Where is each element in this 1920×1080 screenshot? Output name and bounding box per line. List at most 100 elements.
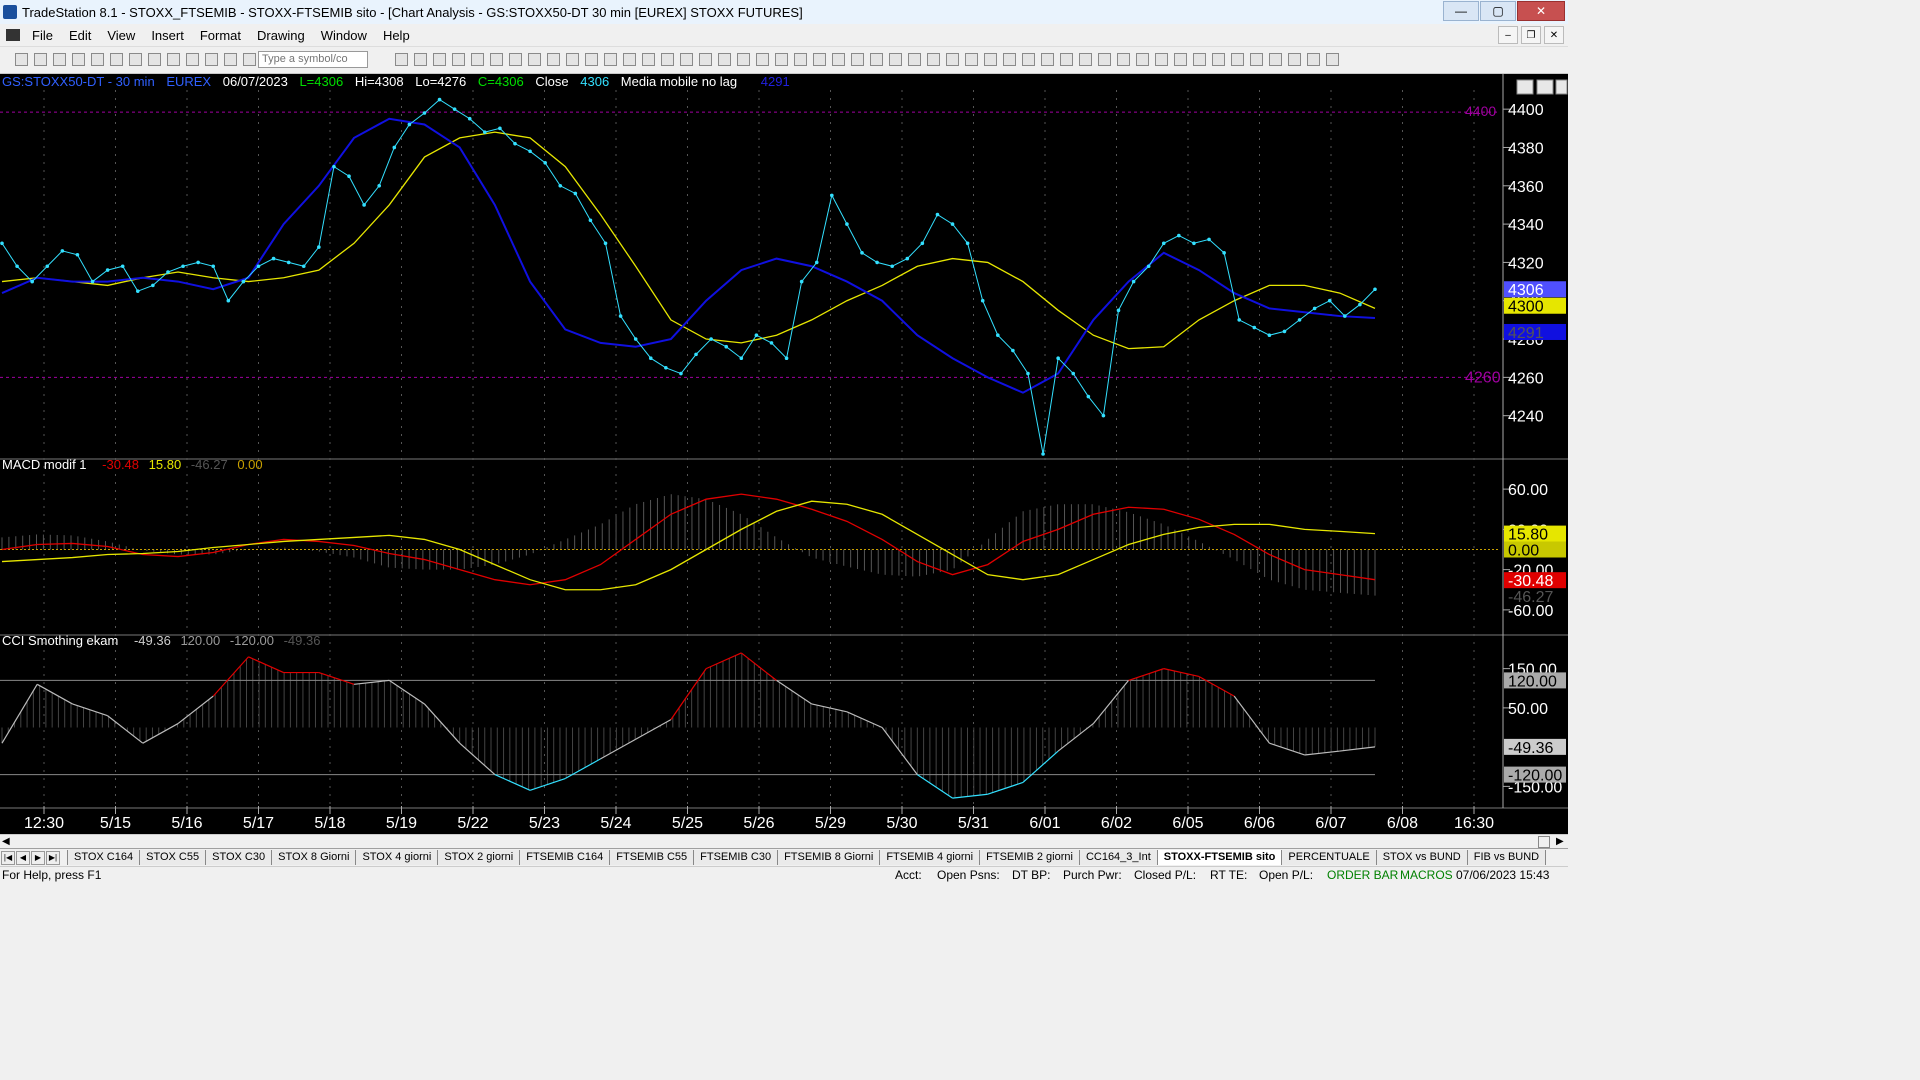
toolbar-tool-49-icon[interactable] — [1079, 53, 1092, 66]
menu-insert[interactable]: Insert — [143, 28, 192, 43]
toolbar-tool-52-icon[interactable] — [1136, 53, 1149, 66]
toolbar-tool-31-icon[interactable] — [737, 53, 750, 66]
tab-next-icon[interactable]: ▶ — [31, 850, 45, 865]
menu-view[interactable]: View — [99, 28, 143, 43]
tab-prev-icon[interactable]: ◀ — [16, 850, 30, 865]
toolbar-tool-13-icon[interactable] — [395, 53, 408, 66]
tab-15[interactable]: STOX vs BUND — [1375, 850, 1468, 865]
macros-button[interactable]: MACROS — [1400, 867, 1453, 883]
toolbar-tool-50-icon[interactable] — [1098, 53, 1111, 66]
scroll-left-icon[interactable]: ◀ — [2, 836, 10, 847]
tab-10[interactable]: FTSEMIB 4 giorni — [879, 850, 981, 865]
chart-area[interactable]: 12:30 5/15 5/16 5/17 5/18 5/19 5/22 5/23 5/24 5/2… — [0, 74, 1568, 834]
menu-format[interactable]: Format — [192, 28, 249, 43]
toolbar-tool-42-icon[interactable] — [946, 53, 959, 66]
toolbar-tool-43-icon[interactable] — [965, 53, 978, 66]
order-bar-button[interactable]: ORDER BAR — [1327, 867, 1398, 883]
toolbar-tool-51-icon[interactable] — [1117, 53, 1130, 66]
toolbar-tool-1-icon[interactable] — [34, 53, 47, 66]
toolbar-tool-56-icon[interactable] — [1212, 53, 1225, 66]
child-close-button[interactable]: ✕ — [1544, 26, 1564, 44]
toolbar-tool-26-icon[interactable] — [642, 53, 655, 66]
toolbar-tool-6-icon[interactable] — [129, 53, 142, 66]
toolbar-tool-62-icon[interactable] — [1326, 53, 1339, 66]
tab-2[interactable]: STOX C30 — [205, 850, 273, 865]
chart-canvas[interactable]: 12:30 5/15 5/16 5/17 5/18 5/19 5/22 5/23 5/24 5/2… — [0, 74, 1568, 834]
menu-window[interactable]: Window — [313, 28, 375, 43]
toolbar-tool-35-icon[interactable] — [813, 53, 826, 66]
toolbar-tool-38-icon[interactable] — [870, 53, 883, 66]
toolbar-tool-21-icon[interactable] — [547, 53, 560, 66]
document-icon[interactable] — [6, 29, 20, 41]
menu-drawing[interactable]: Drawing — [249, 28, 313, 43]
menu-help[interactable]: Help — [375, 28, 418, 43]
toolbar-tool-14-icon[interactable] — [414, 53, 427, 66]
tab-3[interactable]: STOX 8 Giorni — [271, 850, 357, 865]
toolbar-tool-45-icon[interactable] — [1003, 53, 1016, 66]
toolbar-tool-54-icon[interactable] — [1174, 53, 1187, 66]
toolbar-tool-25-icon[interactable] — [623, 53, 636, 66]
toolbar-tool-41-icon[interactable] — [927, 53, 940, 66]
tab-12[interactable]: CC164_3_Int — [1078, 850, 1158, 865]
toolbar-tool-28-icon[interactable] — [680, 53, 693, 66]
toolbar-tool-4-icon[interactable] — [91, 53, 104, 66]
tab-9[interactable]: FTSEMIB 8 Giorni — [777, 850, 881, 865]
toolbar-tool-2-icon[interactable] — [53, 53, 66, 66]
toolbar-tool-60-icon[interactable] — [1288, 53, 1301, 66]
tab-14[interactable]: PERCENTUALE — [1281, 850, 1377, 865]
tab-first-icon[interactable]: |◀ — [1, 850, 15, 865]
menu-file[interactable]: File — [24, 28, 61, 43]
toolbar-tool-27-icon[interactable] — [661, 53, 674, 66]
tab-8[interactable]: FTSEMIB C30 — [693, 850, 779, 865]
toolbar-tool-47-icon[interactable] — [1041, 53, 1054, 66]
child-restore-button[interactable]: ❐ — [1521, 26, 1541, 44]
toolbar-tool-46-icon[interactable] — [1022, 53, 1035, 66]
close-button[interactable]: ✕ — [1517, 1, 1565, 21]
toolbar-tool-55-icon[interactable] — [1193, 53, 1206, 66]
toolbar-tool-17-icon[interactable] — [471, 53, 484, 66]
tab-last-icon[interactable]: ▶| — [46, 850, 60, 865]
toolbar-tool-58-icon[interactable] — [1250, 53, 1263, 66]
symbol-input[interactable] — [258, 51, 368, 68]
toolbar-tool-33-icon[interactable] — [775, 53, 788, 66]
tab-13[interactable]: STOXX-FTSEMIB sito — [1156, 850, 1283, 865]
tab-16[interactable]: FIB vs BUND — [1466, 850, 1547, 865]
tab-11[interactable]: FTSEMIB 2 giorni — [979, 850, 1080, 865]
scroll-right-icon[interactable]: ▶ — [1556, 836, 1564, 847]
toolbar-tool-9-icon[interactable] — [186, 53, 199, 66]
toolbar-tool-22-icon[interactable] — [566, 53, 579, 66]
toolbar-tool-37-icon[interactable] — [851, 53, 864, 66]
toolbar-tool-20-icon[interactable] — [528, 53, 541, 66]
toolbar-tool-53-icon[interactable] — [1155, 53, 1168, 66]
horizontal-scrollbar[interactable]: ◀ ▶ — [0, 834, 1568, 849]
tab-0[interactable]: STOX C164 — [67, 850, 141, 865]
toolbar-tool-59-icon[interactable] — [1269, 53, 1282, 66]
tab-7[interactable]: FTSEMIB C55 — [609, 850, 695, 865]
maximize-button[interactable]: ▢ — [1480, 1, 1516, 21]
toolbar-tool-30-icon[interactable] — [718, 53, 731, 66]
child-minimize-button[interactable]: – — [1498, 26, 1518, 44]
toolbar-tool-40-icon[interactable] — [908, 53, 921, 66]
pane-close-button[interactable] — [1555, 79, 1568, 95]
toolbar-tool-5-icon[interactable] — [110, 53, 123, 66]
toolbar-tool-8-icon[interactable] — [167, 53, 180, 66]
tab-4[interactable]: STOX 4 giorni — [355, 850, 439, 865]
tab-6[interactable]: FTSEMIB C164 — [519, 850, 611, 865]
toolbar-tool-15-icon[interactable] — [433, 53, 446, 66]
pane-restore-button[interactable] — [1536, 79, 1554, 95]
pane-minimize-button[interactable] — [1516, 79, 1534, 95]
toolbar-tool-7-icon[interactable] — [148, 53, 161, 66]
toolbar-tool-16-icon[interactable] — [452, 53, 465, 66]
minimize-button[interactable]: — — [1443, 1, 1479, 21]
toolbar-tool-12-icon[interactable] — [243, 53, 256, 66]
toolbar-tool-10-icon[interactable] — [205, 53, 218, 66]
menu-edit[interactable]: Edit — [61, 28, 99, 43]
toolbar-tool-23-icon[interactable] — [585, 53, 598, 66]
tab-1[interactable]: STOX C55 — [139, 850, 207, 865]
scroll-thumb[interactable] — [1538, 836, 1550, 848]
toolbar-tool-18-icon[interactable] — [490, 53, 503, 66]
toolbar-tool-57-icon[interactable] — [1231, 53, 1244, 66]
toolbar-tool-32-icon[interactable] — [756, 53, 769, 66]
toolbar-tool-0-icon[interactable] — [15, 53, 28, 66]
toolbar-tool-11-icon[interactable] — [224, 53, 237, 66]
